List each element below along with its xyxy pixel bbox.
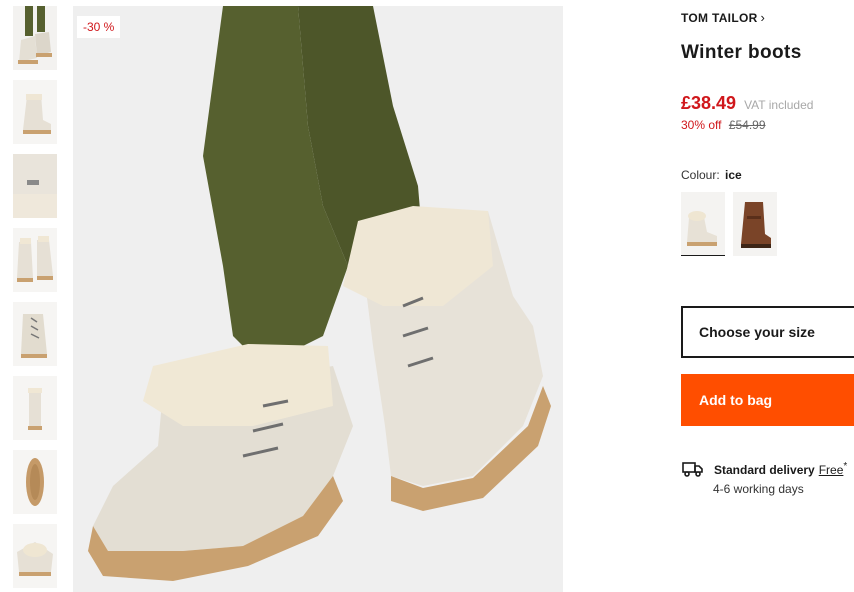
main-product-image[interactable]: -30 % (73, 6, 563, 592)
original-price: £54.99 (728, 118, 766, 132)
boot-laces-thumb-icon (13, 302, 57, 366)
ice-boot-swatch-icon (681, 192, 725, 256)
current-price: £38.49 (681, 93, 737, 113)
brown-boot-swatch-icon (733, 192, 777, 256)
size-selector-label: Choose your size (699, 324, 815, 340)
add-to-bag-button[interactable]: Add to bag (681, 374, 854, 426)
boots-front-thumb-icon (13, 228, 57, 292)
thumbnail-8[interactable] (13, 524, 57, 588)
truck-icon (682, 462, 703, 477)
thumbnail-2[interactable] (13, 80, 57, 144)
boot-back-thumb-icon (13, 376, 57, 440)
price-row: £38.49 VAT included (681, 93, 813, 114)
brand-link[interactable]: TOM TAILOR › (681, 10, 765, 25)
winter-boots-photo-icon (73, 6, 563, 592)
delivery-free-link[interactable]: Free (819, 463, 844, 477)
product-details: TOM TAILOR › Winter boots £38.49 VAT inc… (681, 0, 854, 592)
boot-top-thumb-icon (13, 524, 57, 588)
brand-name: TOM TAILOR (681, 10, 758, 25)
size-selector[interactable]: Choose your size (681, 306, 854, 358)
colour-swatch-ice[interactable] (681, 192, 725, 256)
discount-percent: 30% off (681, 118, 722, 132)
add-to-bag-label: Add to bag (699, 392, 773, 408)
delivery-asterisk: * (843, 461, 848, 472)
chevron-right-icon: › (760, 10, 766, 25)
thumbnail-3[interactable] (13, 154, 57, 218)
colour-row: Colour: ice (681, 168, 742, 182)
colour-swatch-brown[interactable] (733, 192, 777, 256)
colour-label: Colour: (681, 168, 720, 182)
boot-side-thumb-icon (13, 80, 57, 144)
boot-detail-thumb-icon (13, 154, 57, 218)
boot-sole-thumb-icon (13, 450, 57, 514)
colour-value: ice (725, 168, 742, 182)
delivery-time: 4-6 working days (713, 482, 804, 496)
discount-row: 30% off £54.99 (681, 118, 766, 132)
boots-pair-worn-thumb-icon (13, 6, 57, 70)
delivery-line: Standard delivery Free* (714, 461, 847, 477)
delivery-label: Standard delivery (714, 463, 815, 477)
thumbnail-6[interactable] (13, 376, 57, 440)
product-title: Winter boots (681, 42, 802, 63)
thumbnail-4[interactable] (13, 228, 57, 292)
thumbnail-1[interactable] (13, 6, 57, 70)
discount-badge: -30 % (77, 16, 121, 38)
vat-note: VAT included (744, 98, 814, 112)
thumbnail-7[interactable] (13, 450, 57, 514)
thumbnail-5[interactable] (13, 302, 57, 366)
